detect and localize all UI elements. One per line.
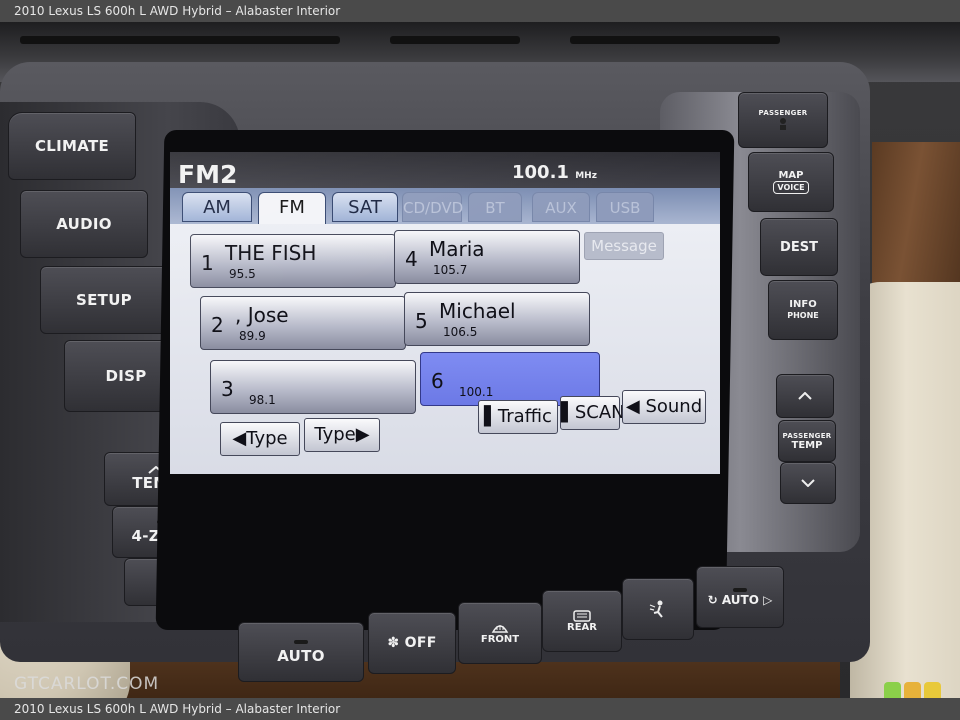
preset-frequency: 95.5 [229,267,256,281]
caption-top: 2010 Lexus LS 600h L AWD Hybrid – Alabas… [0,0,960,22]
frequency-readout: 100.1 MHz [512,162,597,183]
caption-bottom: 2010 Lexus LS 600h L AWD Hybrid – Alabas… [0,698,960,720]
passenger-button[interactable]: PASSENGER [738,92,828,148]
preset-number: 2 [211,313,224,337]
vent-mode-button[interactable] [622,578,694,640]
setup-button[interactable]: SETUP [40,266,168,334]
source-tabs: AM FM SAT CD/DVD BT AUX USB [170,188,720,228]
rear-label: REAR [567,621,597,633]
preset-name: , Jose [235,303,289,327]
preset-frequency: 98.1 [249,393,276,407]
tab-bt: BT [468,192,522,222]
fan-icon: ✽ [387,635,400,651]
off-label: OFF [404,635,437,651]
dest-label: DEST [780,239,818,255]
info-label: INFO [789,299,817,310]
frequency-unit: MHz [575,171,597,181]
fan-off-button[interactable]: ✽ OFF [368,612,456,674]
preset-name: THE FISH [225,241,317,265]
tab-usb: USB [596,192,654,222]
map-voice-button[interactable]: MAP VOICE [748,152,834,212]
color-swatches [884,682,941,698]
wood-trim-right [872,142,960,302]
climate-label: CLIMATE [34,137,110,155]
watermark-gtcarlot: GTCARLOT.COM [14,674,160,694]
passenger-temp-label-button: PASSENGER TEMP [778,420,836,462]
car-icon: ▷ [763,593,773,607]
preset-frequency: 89.9 [239,329,266,343]
preset-name: Maria [429,237,485,261]
photo: CLIMATE AUDIO SETUP DISP TEMP 4-ZONE PAS… [0,22,960,698]
band-title: FM2 [178,160,238,189]
preset-number: 6 [431,369,444,393]
swatch-yellow [924,682,941,698]
chevron-up-icon [798,392,812,400]
indicator-led [733,588,747,592]
phone-label: PHONE [787,311,819,320]
seat-icon [780,118,786,130]
fan-off-content: ✽ OFF [387,635,436,651]
passenger-temp-up-button[interactable] [776,374,834,418]
preset-number: 1 [201,251,214,275]
passenger-label: PASSENGER [758,109,808,117]
vent-slot [390,36,520,44]
preset-number: 4 [405,247,418,271]
front-label: FRONT [480,633,520,645]
indicator-led [294,639,308,644]
passenger-temp-down-button[interactable] [780,462,836,504]
tab-sat[interactable]: SAT [332,192,398,222]
swatch-orange [904,682,921,698]
tab-cd-dvd: CD/DVD [402,192,463,222]
swatch-green [884,682,901,698]
vent-mode-icon [649,600,663,618]
map-label: MAP [778,170,804,181]
dest-button[interactable]: DEST [760,218,838,276]
disp-label: DISP [105,367,147,385]
frequency-value: 100.1 [512,162,569,183]
auto-label: AUTO [277,646,325,665]
preset-name: Michael [439,299,516,323]
auto-recirc-content: ↻ AUTO ▷ [707,593,773,607]
type-next-button[interactable]: Type▶ [304,418,380,452]
sound-button[interactable]: ◀ Sound [622,390,706,424]
presets-area: 1 THE FISH 95.5 2 , Jose 89.9 3 98.1 4 M… [170,224,720,474]
rear-defrost-icon [573,609,591,622]
type-prev-button[interactable]: ◀Type [220,422,300,456]
preset-3[interactable]: 3 98.1 [210,360,416,414]
voice-label: VOICE [773,181,809,194]
preset-1[interactable]: 1 THE FISH 95.5 [190,234,396,288]
preset-frequency: 106.5 [443,325,478,339]
audio-button[interactable]: AUDIO [20,190,148,258]
preset-2[interactable]: 2 , Jose 89.9 [200,296,406,350]
auto-recirc-label: AUTO [721,593,759,607]
vent-slot [570,36,780,44]
tab-fm[interactable]: FM [258,192,326,228]
traffic-button[interactable]: ▌Traffic [478,400,558,434]
preset-number: 5 [415,309,428,333]
preset-4[interactable]: 4 Maria 105.7 [394,230,580,284]
rear-defrost-button[interactable]: REAR [542,590,622,652]
info-phone-button[interactable]: INFO PHONE [768,280,838,340]
tab-aux: AUX [532,192,590,222]
preset-5[interactable]: 5 Michael 106.5 [404,292,590,346]
passenger-temp-label-1: PASSENGER [782,431,832,440]
tab-am[interactable]: AM [182,192,252,222]
auto-recirculation-button[interactable]: ↻ AUTO ▷ [696,566,784,628]
chevron-down-icon [801,479,815,487]
preset-number: 3 [221,377,234,401]
auto-climate-button[interactable]: AUTO [238,622,364,682]
preset-frequency: 105.7 [433,263,468,277]
recirculation-icon: ↻ [707,593,718,607]
front-defrost-icon [491,624,509,633]
scan-button[interactable]: ▌SCAN [560,396,625,430]
audio-label: AUDIO [56,215,112,233]
message-button: Message [584,232,664,260]
passenger-temp-label-2: TEMP [791,439,823,451]
vent-slot [20,36,340,44]
climate-button[interactable]: CLIMATE [8,112,136,180]
setup-label: SETUP [76,291,132,309]
audio-screen: FM2 100.1 MHz AM FM SAT CD/DVD BT AUX US… [170,152,720,474]
front-defrost-button[interactable]: FRONT [458,602,542,664]
preset-frequency: 100.1 [459,385,494,399]
